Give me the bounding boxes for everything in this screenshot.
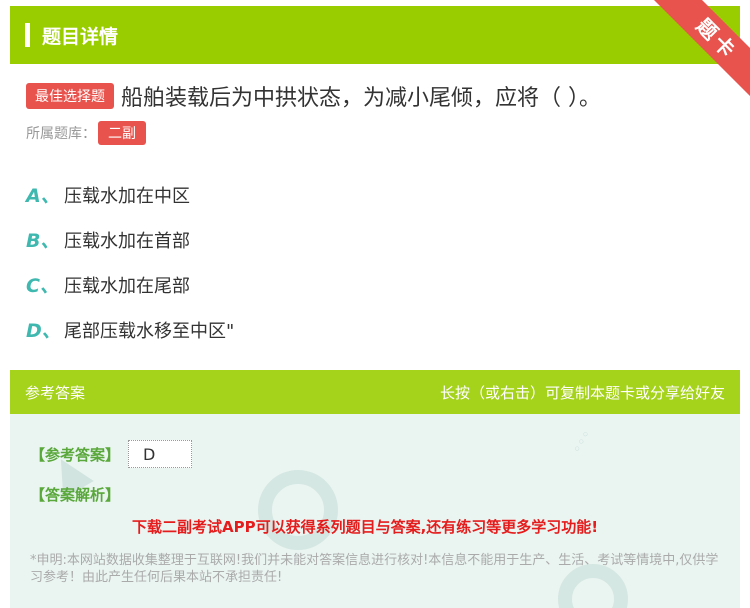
- app-download-link[interactable]: 下载二副考试APP可以获得系列题目与答案,还有练习等更多学习功能!: [132, 516, 598, 537]
- bank-label: 所属题库：: [26, 126, 96, 142]
- question-type-badge: 最佳选择题: [26, 83, 114, 109]
- share-hint: 长按（或右击）可复制本题卡或分享给好友: [439, 383, 725, 402]
- question-row: 最佳选择题 船舶装载后为中拱状态，为减小尾倾，应将（ ）。: [26, 80, 726, 112]
- answer-section-title: 参考答案: [25, 383, 86, 402]
- option-letter: A、: [26, 185, 60, 207]
- option-a[interactable]: A、 压载水加在中区: [26, 172, 234, 217]
- reference-answer: 【参考答案】 D: [30, 440, 193, 468]
- options-list: A、 压载水加在中区 B、 压载水加在首部 C、 压载水加在尾部 D、 尾部压载…: [26, 172, 234, 352]
- watermark-logo-icon: [258, 470, 338, 550]
- option-letter: B、: [26, 230, 60, 252]
- answer-analysis-label: 【答案解析】: [30, 486, 121, 504]
- option-d[interactable]: D、 尾部压载水移至中区": [26, 307, 234, 352]
- option-text: 尾部压载水移至中区": [64, 320, 235, 342]
- reference-answer-value: D: [128, 440, 193, 468]
- option-b[interactable]: B、 压载水加在首部: [26, 217, 234, 262]
- disclaimer-text: *申明:本网站数据收集整理于互联网!我们并未能对答案信息进行核对!本信息不能用于…: [30, 553, 719, 585]
- page-title: 题目详情: [42, 25, 119, 48]
- option-text: 压载水加在中区: [64, 185, 190, 207]
- header-accent-bar: [25, 23, 30, 47]
- option-c[interactable]: C、 压载水加在尾部: [26, 262, 234, 307]
- option-text: 压载水加在尾部: [64, 275, 190, 297]
- option-letter: C、: [26, 275, 59, 297]
- answer-panel: ▲ ◦◦◦ 【参考答案】 D 【答案解析】 下载二副考试APP可以获得系列题目与…: [10, 414, 740, 608]
- question-text: 船舶装载后为中拱状态，为减小尾倾，应将（ ）。: [121, 86, 601, 111]
- option-letter: D、: [26, 320, 61, 342]
- bank-badge[interactable]: 二副: [98, 121, 146, 145]
- detail-header: 题目详情: [10, 6, 740, 64]
- reference-answer-label: 【参考答案】: [30, 445, 121, 464]
- watermark-icon: ◦◦◦: [569, 427, 596, 457]
- answer-section-header: 参考答案 长按（或右击）可复制本题卡或分享给好友: [10, 370, 740, 414]
- question-bank: 所属题库： 二副: [26, 121, 146, 145]
- option-text: 压载水加在首部: [64, 230, 190, 252]
